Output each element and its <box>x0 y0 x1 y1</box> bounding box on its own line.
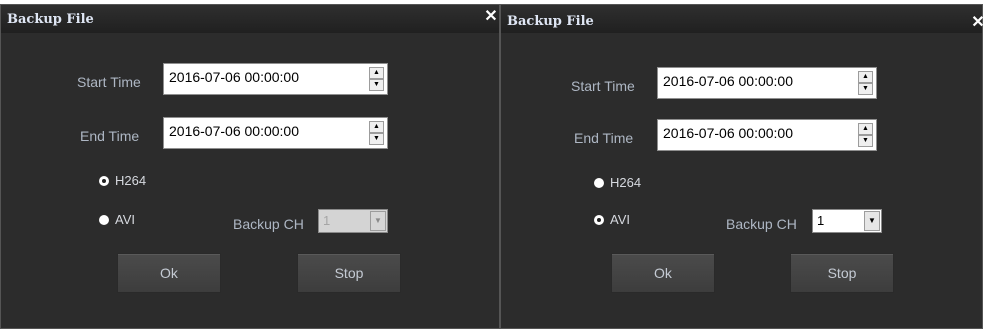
backup-file-dialog: Backup File Start Time 2016-07-06 00:00:… <box>0 4 500 329</box>
ok-button[interactable]: Ok <box>611 253 715 293</box>
spin-up-icon[interactable]: ▲ <box>369 121 384 133</box>
spin-down-icon[interactable]: ▼ <box>858 83 873 95</box>
radio-h264[interactable] <box>99 176 109 186</box>
radio-avi[interactable] <box>594 215 604 225</box>
spin-up-icon[interactable]: ▲ <box>858 123 873 135</box>
spin-up-icon[interactable]: ▲ <box>369 67 384 79</box>
start-time-label: Start Time <box>77 74 141 90</box>
dialog-titlebar[interactable]: Backup File <box>1 5 499 33</box>
close-icon[interactable]: ✕ <box>484 8 498 26</box>
radio-h264-label: H264 <box>610 175 642 190</box>
radio-avi-label: AVI <box>115 212 135 227</box>
ok-button[interactable]: Ok <box>117 253 221 293</box>
dialog-titlebar[interactable]: Backup File <box>501 5 982 33</box>
spin-up-icon[interactable]: ▲ <box>858 71 873 83</box>
end-time-spinner[interactable]: ▲ ▼ <box>858 123 873 147</box>
radio-avi[interactable] <box>99 215 109 225</box>
backup-ch-select[interactable]: 1 ▼ <box>812 209 882 233</box>
radio-avi-label: AVI <box>610 212 630 227</box>
backup-ch-label: Backup CH <box>233 216 304 232</box>
start-time-input[interactable]: 2016-07-06 00:00:00 ▲ ▼ <box>657 67 877 99</box>
backup-file-dialog: Backup File Start Time 2016-07-06 00:00:… <box>500 4 983 329</box>
end-time-label: End Time <box>80 128 140 144</box>
radio-h264[interactable] <box>594 178 604 188</box>
dropdown-arrow-icon[interactable]: ▼ <box>864 211 880 231</box>
spin-down-icon[interactable]: ▼ <box>858 135 873 147</box>
dropdown-arrow-icon[interactable]: ▼ <box>370 211 386 231</box>
backup-ch-label: Backup CH <box>726 216 797 232</box>
radio-h264-label: H264 <box>115 173 147 188</box>
start-time-label: Start Time <box>571 78 635 94</box>
stop-button[interactable]: Stop <box>790 253 894 293</box>
end-time-input[interactable]: 2016-07-06 00:00:00 ▲ ▼ <box>657 119 877 151</box>
dialog-title: Backup File <box>507 14 594 29</box>
start-time-input[interactable]: 2016-07-06 00:00:00 ▲ ▼ <box>163 63 388 95</box>
dialog-title: Backup File <box>7 12 94 27</box>
spin-down-icon[interactable]: ▼ <box>369 79 384 91</box>
end-time-label: End Time <box>574 130 634 146</box>
end-time-input[interactable]: 2016-07-06 00:00:00 ▲ ▼ <box>163 117 388 149</box>
spin-down-icon[interactable]: ▼ <box>369 133 384 145</box>
start-time-spinner[interactable]: ▲ ▼ <box>369 67 384 91</box>
stop-button[interactable]: Stop <box>297 253 401 293</box>
close-icon[interactable]: ✕ <box>971 14 983 32</box>
start-time-spinner[interactable]: ▲ ▼ <box>858 71 873 95</box>
end-time-spinner[interactable]: ▲ ▼ <box>369 121 384 145</box>
backup-ch-select[interactable]: 1 ▼ <box>318 209 388 233</box>
